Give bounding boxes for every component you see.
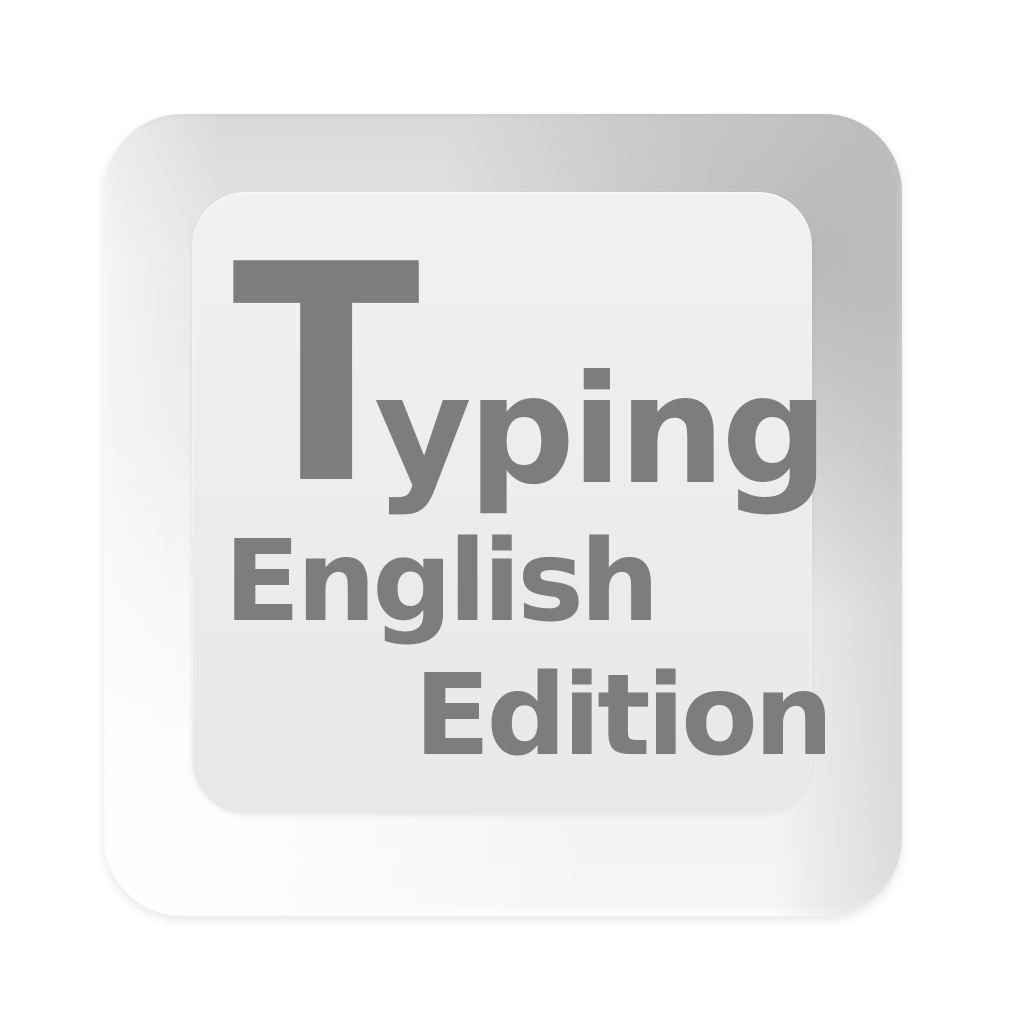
subtitle-english: English bbox=[224, 517, 660, 647]
subtitle-edition: Edition bbox=[414, 651, 834, 781]
app-icon: T yping English Edition bbox=[0, 0, 1024, 1024]
title-rest: yping bbox=[374, 344, 829, 518]
